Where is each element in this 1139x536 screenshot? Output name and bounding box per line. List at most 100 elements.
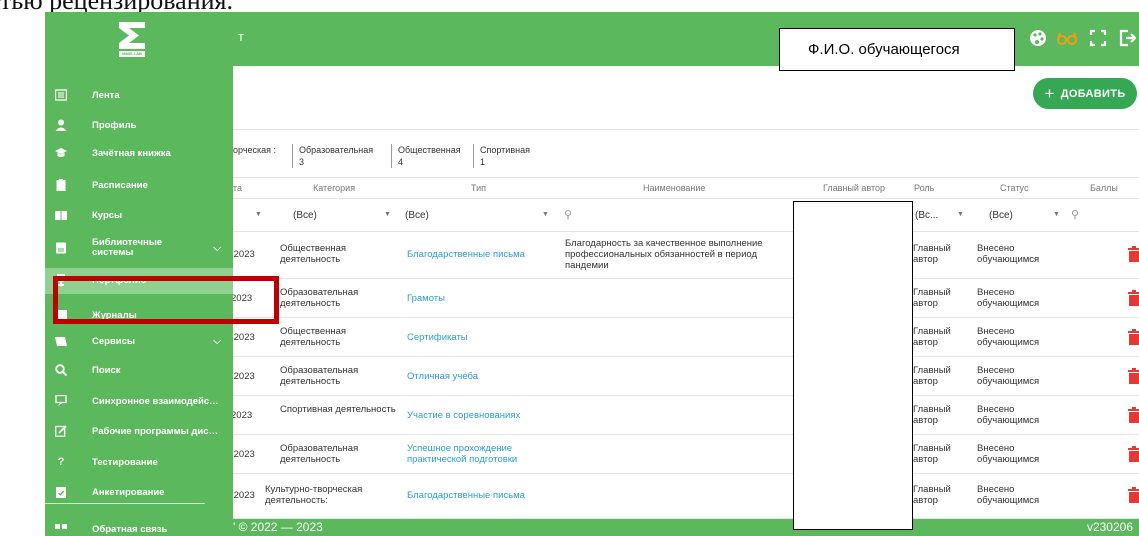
- chevron-down-icon[interactable]: ▼: [1053, 211, 1060, 218]
- row-role: Главный автор: [913, 443, 951, 465]
- trash-icon[interactable]: [1127, 329, 1139, 345]
- chevron-down-icon[interactable]: ⌵: [213, 336, 221, 347]
- search-icon: [55, 364, 68, 377]
- search-icon[interactable]: ⚲: [1071, 208, 1079, 221]
- row-type-link[interactable]: Сертификаты: [407, 332, 572, 343]
- row-category: Образовательная деятельность: [280, 443, 359, 465]
- sidebar-item-search[interactable]: Поиск: [45, 356, 233, 386]
- sidebar-item-feed[interactable]: Лента: [45, 81, 233, 111]
- row-date: .2023: [231, 249, 255, 260]
- user-icon: [55, 119, 67, 131]
- sidebar-item-courses[interactable]: Курсы: [45, 201, 233, 231]
- row-status: Внесено обучающимся: [977, 287, 1040, 309]
- logo-text: MMIS LAB: [119, 51, 145, 57]
- row-role: Главный автор: [913, 287, 951, 309]
- column-author[interactable]: Главный автор: [823, 183, 885, 193]
- plus-icon: +: [1044, 83, 1055, 103]
- feedback-icon: [55, 524, 67, 536]
- row-type-link[interactable]: Благодарственные письма: [407, 490, 572, 501]
- row-type-link[interactable]: Участие в соревнованиях: [407, 410, 572, 421]
- sidebar-item-testing[interactable]: ? Тестирование: [45, 448, 233, 478]
- column-date[interactable]: та: [233, 183, 242, 193]
- category-counter[interactable]: Образовательная 3: [292, 144, 373, 168]
- chevron-down-icon[interactable]: ▼: [542, 211, 549, 218]
- version-label: v230206: [1086, 520, 1133, 534]
- column-score[interactable]: Баллы: [1090, 183, 1118, 193]
- category-counter[interactable]: орческая :: [233, 144, 276, 156]
- category-filter[interactable]: (Все): [293, 210, 317, 221]
- row-role: Главный автор: [913, 484, 951, 506]
- row-type-link[interactable]: Грамоты: [407, 293, 572, 304]
- row-category: Культурно-творческая деятельность:: [265, 484, 363, 506]
- row-category: Образовательная деятельность: [280, 365, 359, 387]
- sidebar-item-sync-interaction[interactable]: Синхронное взаимодейств...: [45, 387, 233, 417]
- row-date: .2023: [231, 449, 255, 460]
- role-filter[interactable]: (Вс...: [915, 210, 938, 221]
- row-category: Общественная деятельность: [280, 243, 347, 265]
- chevron-down-icon[interactable]: ▼: [957, 211, 964, 218]
- column-status[interactable]: Статус: [1000, 183, 1028, 193]
- column-role[interactable]: Роль: [914, 183, 934, 193]
- row-status: Внесено обучающимся: [977, 443, 1040, 465]
- logo[interactable]: MMIS LAB: [117, 20, 147, 60]
- search-icon[interactable]: ⚲: [564, 208, 572, 221]
- calendar-icon: [55, 179, 67, 191]
- logout-icon[interactable]: [1118, 29, 1137, 52]
- column-category[interactable]: Категория: [313, 183, 355, 193]
- row-name: Благодарность за качественное выполнение…: [565, 238, 763, 271]
- row-date: .2023: [231, 490, 255, 501]
- category-counter[interactable]: Общественная 4: [391, 144, 461, 168]
- sidebar: MMIS LAB Лента Профиль Зачётная книжка Р…: [45, 12, 233, 536]
- palette-icon[interactable]: [1029, 29, 1047, 52]
- add-button-label: ДОБАВИТЬ: [1060, 87, 1126, 100]
- sidebar-item-services[interactable]: Сервисы ⌵: [45, 327, 233, 357]
- add-button[interactable]: + ДОБАВИТЬ: [1033, 78, 1137, 109]
- column-type[interactable]: Тип: [471, 183, 486, 193]
- row-status: Внесено обучающимся: [977, 365, 1040, 387]
- sidebar-item-library[interactable]: Библиотечные системы ⌵: [45, 234, 233, 264]
- sidebar-item-feedback[interactable]: Обратная связь: [45, 510, 233, 536]
- trash-icon[interactable]: [1127, 290, 1139, 306]
- row-date: 2023: [231, 410, 253, 421]
- edit-icon: [55, 425, 67, 437]
- status-filter[interactable]: (Все): [989, 210, 1013, 221]
- trash-icon[interactable]: [1127, 487, 1139, 503]
- row-role: Главный автор: [913, 326, 951, 348]
- chevron-down-icon[interactable]: ▼: [384, 211, 391, 218]
- chat-icon: [55, 394, 67, 407]
- trash-icon[interactable]: [1127, 246, 1139, 262]
- sidebar-item-profile[interactable]: Профиль: [45, 111, 233, 141]
- glasses-icon[interactable]: [1057, 29, 1077, 52]
- row-category: Образовательная деятельность: [280, 287, 359, 309]
- survey-icon: [55, 486, 67, 498]
- book-icon: [55, 209, 67, 221]
- trash-icon[interactable]: [1127, 407, 1139, 423]
- row-role: Главный автор: [913, 365, 951, 387]
- row-role: Главный автор: [913, 243, 951, 265]
- graduation-cap-icon: [55, 147, 67, 159]
- type-filter[interactable]: (Все): [405, 210, 429, 221]
- sidebar-item-schedule[interactable]: Расписание: [45, 171, 233, 201]
- library-icon: [55, 242, 67, 254]
- row-date: .2023: [231, 332, 255, 343]
- trash-icon[interactable]: [1127, 446, 1139, 462]
- category-counter[interactable]: Спортивная 1: [473, 144, 530, 168]
- sidebar-item-gradebook[interactable]: Зачётная книжка: [45, 139, 233, 169]
- row-status: Внесено обучающимся: [977, 404, 1040, 426]
- row-type-link[interactable]: Отличная учеба: [407, 371, 572, 382]
- row-type-link[interactable]: Благодарственные письма: [407, 249, 572, 260]
- sidebar-divider: [45, 503, 205, 504]
- chevron-down-icon[interactable]: ▼: [255, 211, 262, 218]
- highlight-frame: [53, 276, 279, 324]
- question-icon: ?: [57, 456, 65, 468]
- row-status: Внесено обучающимся: [977, 484, 1040, 506]
- column-name[interactable]: Наименование: [643, 183, 705, 193]
- app-window: т Ф.И.О. обучающегося + ДОБАВИТЬ орческа…: [45, 12, 1139, 536]
- row-date: .2023: [231, 371, 255, 382]
- row-category: Общественная деятельность: [280, 326, 347, 348]
- row-type-link[interactable]: Успешное прохождение практической подгот…: [407, 443, 547, 465]
- sidebar-item-work-programs[interactable]: Рабочие программы дисц...: [45, 417, 233, 447]
- chevron-down-icon[interactable]: ⌵: [213, 243, 221, 254]
- fullscreen-icon[interactable]: [1089, 29, 1107, 52]
- trash-icon[interactable]: [1127, 368, 1139, 384]
